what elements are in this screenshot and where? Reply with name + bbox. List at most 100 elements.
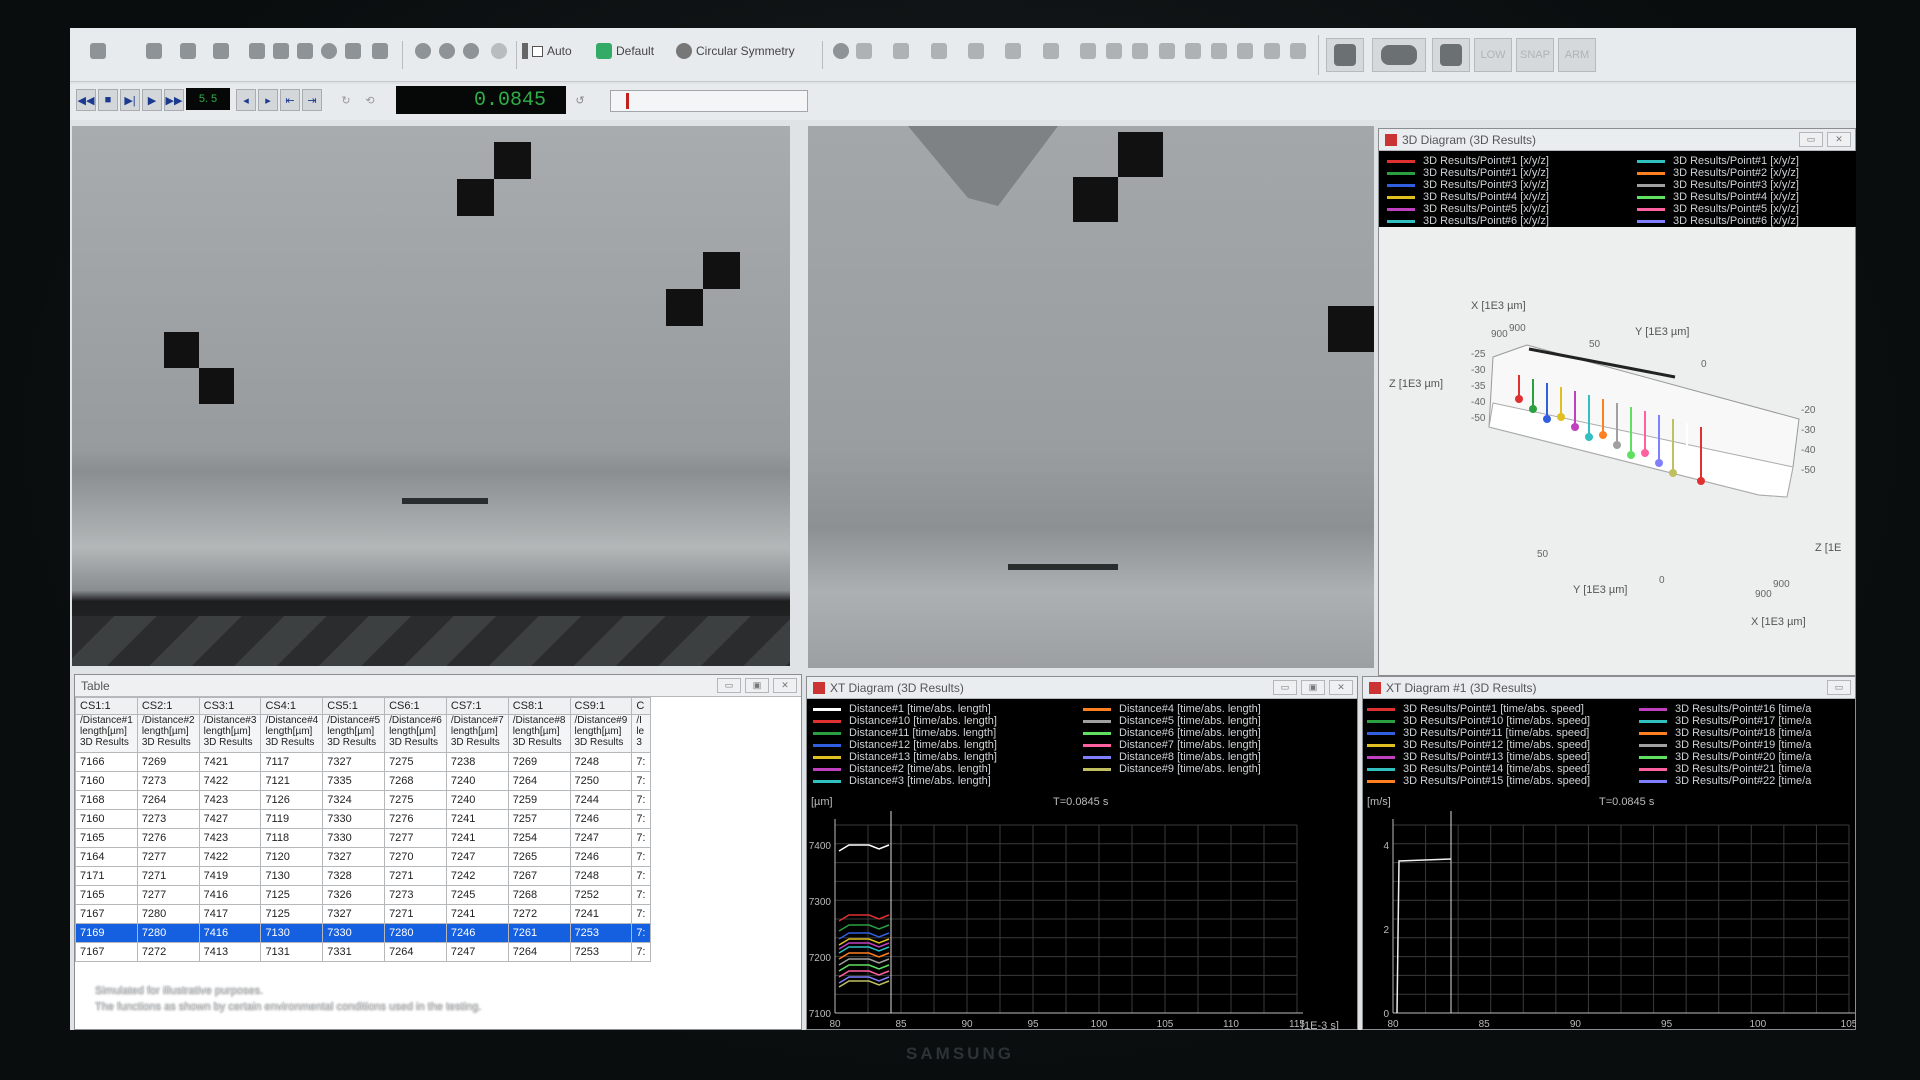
circular-symmetry-button[interactable]: Circular Symmetry [676,40,816,62]
table-row[interactable]: 7167 7280 7417 7125 7327 7271 7241 7272 7241 7: [75,904,651,924]
time-reset-button[interactable]: ↺ [570,89,590,111]
table-cell[interactable]: 7253 [569,942,633,962]
table-cell[interactable]: 7247 [445,942,509,962]
table-cell[interactable]: 7264 [507,942,571,962]
column-header[interactable]: CS2:1 [136,697,200,715]
paint-tool-button[interactable] [294,40,316,62]
table-cell[interactable]: 7264 [384,942,447,962]
close-button[interactable]: ✕ [1329,680,1353,695]
table-cell[interactable]: 7120 [260,847,324,867]
point-marker[interactable] [1557,413,1565,421]
table-cell[interactable]: 7271 [136,866,200,886]
minimize-button[interactable]: ▭ [717,678,741,693]
table-cell[interactable]: 7248 [569,866,633,886]
table-cell[interactable]: 7327 [322,904,386,924]
step-forward-button[interactable]: ▶| [120,89,140,111]
table-cell[interactable]: 7269 [136,752,200,772]
column-header[interactable]: CS4:1 [260,697,324,715]
marker-tool-button[interactable] [246,40,268,62]
point-marker[interactable] [1655,459,1663,467]
pin-tool-button[interactable] [460,40,482,62]
minimize-button[interactable]: ▭ [1799,132,1823,147]
table-cell[interactable]: 7: [631,809,651,829]
table-cell[interactable]: 7419 [198,866,262,886]
table-cell[interactable]: 7272 [136,942,200,962]
results-table[interactable]: CS1:1 CS2:1 CS3:1 CS4:1 CS5:1 CS6:1 CS7:1 CS8:1… [75,697,651,962]
column-header[interactable]: CS8:1 [507,697,571,715]
table-row[interactable]: 7160 7273 7422 7121 7335 7268 7240 7264 7250 7: [75,771,651,791]
trigger-button[interactable] [1432,38,1470,72]
point-marker[interactable] [1599,431,1607,439]
minimize-button[interactable]: ▭ [1273,680,1297,695]
point-marker[interactable] [1515,395,1523,403]
jump-end-button[interactable]: ⇥ [302,89,322,111]
point-marker[interactable] [1613,441,1621,449]
table-cell[interactable]: 7241 [445,809,509,829]
table-cell[interactable]: 7272 [507,904,571,924]
camera-view-left[interactable] [72,126,790,666]
play-button[interactable]: ▶ [142,89,162,111]
table-row[interactable]: 7166 7269 7421 7117 7327 7275 7238 7269 7248 7: [75,752,651,772]
column-header[interactable]: CS6:1 [384,697,447,715]
table-cell[interactable]: 7331 [322,942,386,962]
column-header[interactable]: CS9:1 [569,697,633,715]
table-cell[interactable]: 7254 [507,828,571,848]
table-cell[interactable]: 7117 [260,752,324,772]
table-cell[interactable]: 7327 [322,752,386,772]
table-cell[interactable]: 7131 [260,942,324,962]
hand-tool-button[interactable] [140,40,168,62]
table-cell[interactable]: 7416 [198,885,262,905]
point-marker[interactable] [1697,477,1705,485]
table-cell[interactable]: 7277 [136,885,200,905]
table-cell[interactable]: 7328 [322,866,386,886]
jump-start-button[interactable]: ⇤ [280,89,300,111]
circle-tool-button[interactable] [412,40,434,62]
table-cell[interactable]: 7246 [445,923,509,943]
table-cell[interactable]: 7280 [136,923,200,943]
table-cell[interactable]: 7: [631,790,651,810]
table-cell[interactable]: 7422 [198,847,262,867]
table-cell[interactable]: 7238 [445,752,509,772]
default-mode-button[interactable]: Default [596,40,670,62]
table-row[interactable]: 7169 7280 7416 7130 7330 7280 7246 7261 7253 7: [75,923,651,943]
table-cell[interactable]: 7330 [322,828,386,848]
table-cell[interactable]: 7275 [384,752,447,772]
table-cell[interactable]: 7265 [507,847,571,867]
table-cell[interactable]: 7247 [569,828,633,848]
table-cell[interactable]: 7119 [260,809,324,829]
low-button[interactable]: LOW [1474,38,1512,72]
table-cell[interactable]: 7165 [75,828,138,848]
point-marker[interactable] [1683,467,1691,475]
table-cell[interactable]: 7423 [198,828,262,848]
point-marker[interactable] [1669,469,1677,477]
select-tool-button[interactable] [78,40,118,62]
column-header[interactable]: CS3:1 [198,697,262,715]
table-row[interactable]: 7164 7277 7422 7120 7327 7270 7247 7265 7246 7: [75,847,651,867]
rectangle-tool-button[interactable] [270,40,292,62]
table-cell[interactable]: 7: [631,752,651,772]
table-cell[interactable]: 7164 [75,847,138,867]
table-cell[interactable]: 7253 [569,923,633,943]
xt1-plot[interactable]: [µm] T=0.0845 s [1E-3 s] 7400 7300 7200 710… [807,791,1359,1030]
point-marker[interactable] [1641,449,1649,457]
maximize-button[interactable]: ▣ [745,678,769,693]
table-cell[interactable]: 7273 [384,885,447,905]
table-cell[interactable]: 7242 [445,866,509,886]
close-button[interactable]: ✕ [1827,132,1851,147]
table-cell[interactable]: 7271 [384,866,447,886]
table-cell[interactable]: 7: [631,847,651,867]
diagram-tools-group[interactable] [1106,40,1306,62]
table-cell[interactable]: 7: [631,866,651,886]
table-cell[interactable]: 7271 [384,904,447,924]
table-cell[interactable]: 7261 [507,923,571,943]
point-marker[interactable] [1529,405,1537,413]
table-cell[interactable]: 7417 [198,904,262,924]
table-cell[interactable]: 7126 [260,790,324,810]
hand-tool-2-button[interactable] [174,40,202,62]
table-cell[interactable]: 7277 [384,828,447,848]
table-cell[interactable]: 7245 [445,885,509,905]
table-cell[interactable]: 7240 [445,771,509,791]
table-cell[interactable]: 7166 [75,752,138,772]
loop-button[interactable]: ↻ [336,89,356,111]
table-cell[interactable]: 7: [631,885,651,905]
